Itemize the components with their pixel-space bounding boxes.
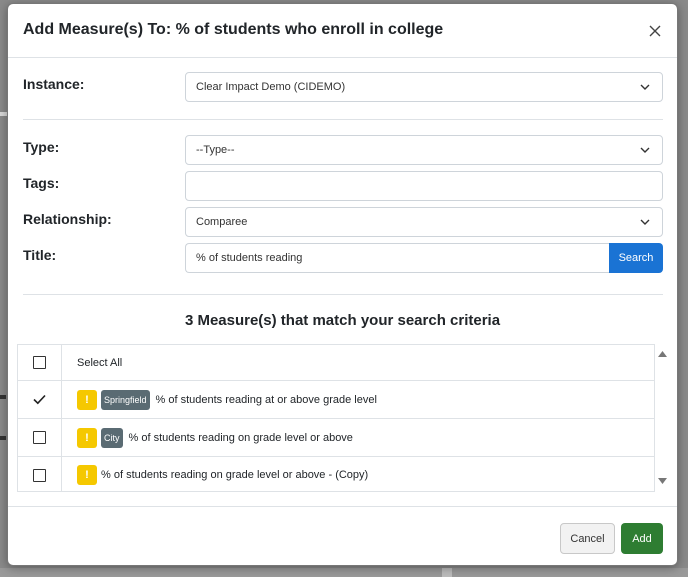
section-divider	[23, 119, 663, 120]
close-button[interactable]	[643, 19, 667, 43]
type-label: Type:	[23, 139, 60, 155]
select-all-label: Select All	[77, 356, 123, 369]
section-divider	[23, 294, 663, 295]
checkbox-cell	[18, 381, 62, 418]
location-badge: Springfield	[101, 389, 150, 410]
tags-label: Tags:	[23, 175, 60, 191]
title-input[interactable]: % of students reading	[185, 243, 610, 273]
close-icon	[649, 25, 661, 37]
search-button[interactable]: Search	[609, 243, 663, 273]
relationship-label: Relationship:	[23, 211, 112, 227]
modal-header: Add Measure(s) To: % of students who enr…	[8, 4, 677, 58]
measure-name: % of students reading on grade level or …	[101, 469, 369, 481]
warning-icon: !	[77, 389, 97, 410]
modal-title: Add Measure(s) To: % of students who enr…	[23, 21, 444, 38]
measure-item: ! City % of students reading on grade le…	[62, 427, 353, 448]
background-fragment	[0, 395, 6, 399]
title-label: Title:	[23, 247, 57, 263]
instance-label: Instance:	[23, 76, 85, 92]
checkmark-icon[interactable]	[33, 394, 46, 405]
measure-item: ! Springfield % of students reading at o…	[62, 389, 377, 410]
relationship-select-value: Comparee	[196, 216, 248, 228]
background-fragment	[442, 568, 452, 577]
table-row[interactable]: ! % of students reading on grade level o…	[18, 457, 654, 491]
relationship-select[interactable]: Comparee	[185, 207, 663, 237]
chevron-down-icon	[640, 144, 652, 156]
type-select-value: --Type--	[196, 144, 235, 156]
results-heading: 3 Measure(s) that match your search crit…	[184, 312, 501, 329]
chevron-down-icon	[640, 216, 652, 228]
background-fragment	[0, 436, 6, 440]
select-all-checkbox[interactable]	[33, 356, 46, 369]
row-checkbox[interactable]	[33, 431, 46, 444]
checkbox-cell	[18, 457, 62, 491]
instance-select[interactable]: Clear Impact Demo (CIDEMO)	[185, 72, 663, 102]
results-table: Select All ! Springfield % of students r…	[17, 344, 655, 492]
add-measures-modal: Add Measure(s) To: % of students who enr…	[7, 3, 678, 566]
measure-name: % of students reading at or above grade …	[155, 393, 377, 406]
table-row[interactable]: ! City % of students reading on grade le…	[18, 419, 654, 457]
instance-select-value: Clear Impact Demo (CIDEMO)	[196, 81, 346, 93]
warning-icon: !	[77, 465, 97, 485]
measure-item: ! % of students reading on grade level o…	[62, 465, 368, 485]
checkbox-cell	[18, 345, 62, 380]
scroll-down-arrow[interactable]	[657, 476, 667, 486]
modal-footer: Cancel Add	[8, 506, 677, 566]
table-row[interactable]: ! Springfield % of students reading at o…	[18, 381, 654, 419]
scroll-up-arrow[interactable]	[657, 349, 667, 359]
select-all-row: Select All	[18, 345, 654, 381]
background-page	[0, 568, 688, 577]
add-button[interactable]: Add	[621, 523, 663, 554]
type-select[interactable]: --Type--	[185, 135, 663, 165]
chevron-down-icon	[640, 81, 652, 93]
tags-input[interactable]	[185, 171, 663, 201]
measure-name: % of students reading on grade level or …	[128, 431, 353, 444]
title-input-value: % of students reading	[196, 252, 303, 264]
row-checkbox[interactable]	[33, 468, 46, 482]
location-badge: City	[101, 427, 123, 448]
cancel-button[interactable]: Cancel	[560, 523, 615, 554]
warning-icon: !	[77, 427, 97, 448]
checkbox-cell	[18, 419, 62, 456]
